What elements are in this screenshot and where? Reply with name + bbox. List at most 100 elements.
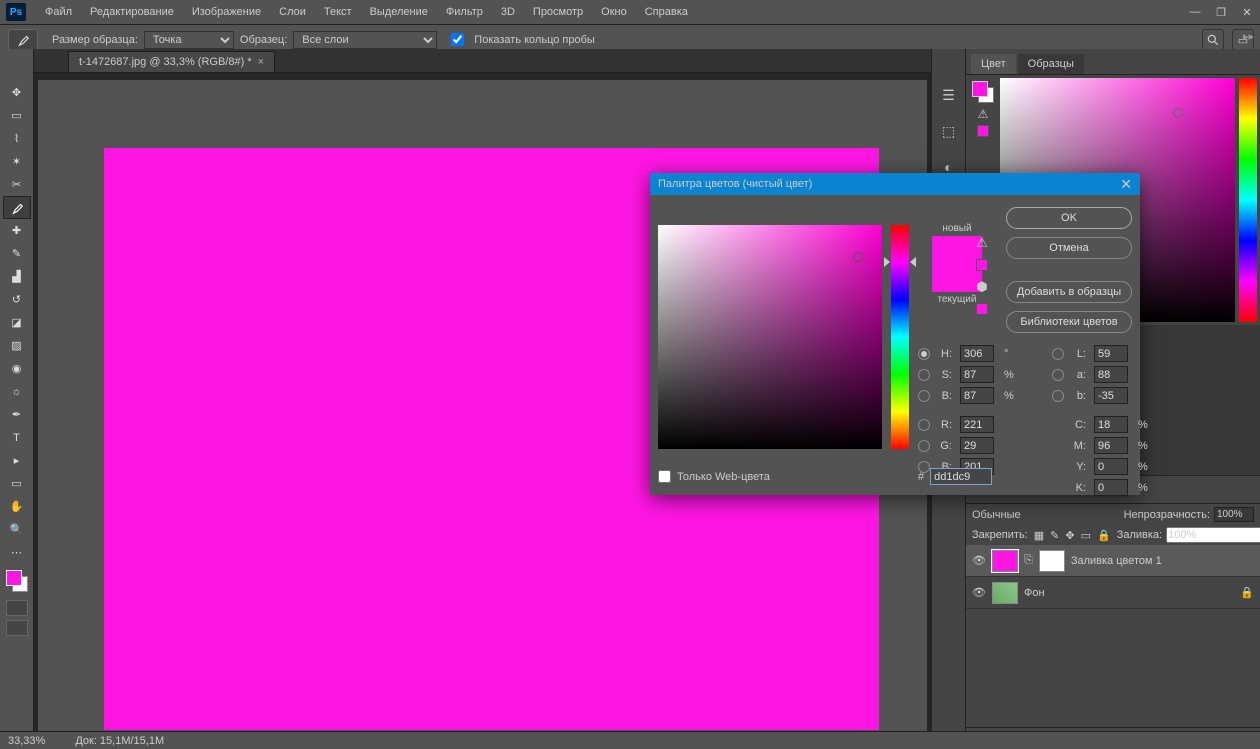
radio-s[interactable] [918, 369, 930, 381]
radio-bv[interactable] [918, 390, 930, 402]
move-tool-icon[interactable]: ✥ [3, 81, 31, 104]
lock-position-icon[interactable]: ✥ [1065, 528, 1074, 542]
picker-hue-slider[interactable] [891, 225, 909, 449]
input-b[interactable] [1094, 387, 1128, 404]
input-g[interactable] [960, 437, 994, 454]
blend-mode-value[interactable]: Обычные [972, 509, 1021, 521]
fill-input[interactable] [1166, 527, 1260, 543]
layer-row[interactable]: 👁 Фон 🔒 [966, 577, 1260, 609]
ok-button[interactable]: OK [1006, 207, 1132, 229]
input-bv[interactable] [960, 387, 994, 404]
lock-pixels-icon[interactable]: ▦ [1034, 528, 1044, 542]
websafe-warning-icon[interactable]: ⬢ [976, 279, 987, 295]
picker-field-cursor[interactable] [853, 252, 863, 262]
radio-a[interactable] [1052, 369, 1064, 381]
menu-layers[interactable]: Слои [270, 2, 315, 22]
menu-file[interactable]: Файл [36, 2, 81, 22]
healing-tool-icon[interactable]: ✚ [3, 219, 31, 242]
quickmask-icon[interactable] [6, 600, 28, 616]
visibility-icon[interactable]: 👁 [972, 586, 986, 599]
lasso-tool-icon[interactable]: ⌇ [3, 127, 31, 150]
sample-size-select[interactable]: Точка [144, 31, 234, 49]
menu-filter[interactable]: Фильтр [437, 2, 492, 22]
tab-swatches[interactable]: Образцы [1018, 54, 1084, 74]
history-brush-tool-icon[interactable]: ↺ [3, 288, 31, 311]
lock-artboard-icon[interactable]: ▭ [1081, 528, 1091, 542]
hand-tool-icon[interactable]: ✋ [3, 495, 31, 518]
sample-select[interactable]: Все слои [293, 31, 437, 49]
lock-all-icon[interactable]: 🔒 [1097, 528, 1111, 542]
menu-view[interactable]: Просмотр [524, 2, 592, 22]
pen-tool-icon[interactable]: ✒ [3, 403, 31, 426]
screenmode-icon[interactable] [6, 620, 28, 636]
path-select-tool-icon[interactable]: ▸ [3, 449, 31, 472]
doc-size[interactable]: Док: 15,1M/15,1M [75, 735, 164, 747]
hue-arrow-left-icon[interactable] [884, 257, 890, 267]
gamut-warning-icon[interactable]: ⚠ [976, 235, 988, 251]
websafe-checkbox[interactable] [658, 470, 671, 483]
collapse-dock-icon[interactable]: ▸▸ [1243, 30, 1254, 43]
visibility-icon[interactable]: 👁 [972, 554, 986, 567]
websafe-closest-swatch[interactable] [976, 303, 988, 315]
color-field-cursor[interactable] [1173, 108, 1183, 118]
menu-image[interactable]: Изображение [183, 2, 270, 22]
add-to-swatches-button[interactable]: Добавить в образцы [1006, 281, 1132, 303]
eyedropper-tool-icon[interactable] [3, 196, 31, 219]
window-minimize-icon[interactable]: — [1182, 0, 1208, 24]
menu-3d[interactable]: 3D [492, 2, 524, 22]
opacity-input[interactable] [1214, 507, 1254, 522]
menu-edit[interactable]: Редактирование [81, 2, 183, 22]
input-r[interactable] [960, 416, 994, 433]
radio-r[interactable] [918, 419, 930, 431]
search-icon[interactable] [1202, 29, 1224, 51]
gamut-warning-icon[interactable]: ⚠ [978, 107, 989, 121]
layer-thumb[interactable] [992, 550, 1018, 572]
window-close-icon[interactable]: ✕ [1234, 0, 1260, 24]
layer-name[interactable]: Фон [1024, 587, 1045, 599]
quick-select-tool-icon[interactable]: ✶ [3, 150, 31, 173]
color-libraries-button[interactable]: Библиотеки цветов [1006, 311, 1132, 333]
radio-l[interactable] [1052, 348, 1064, 360]
brush-tool-icon[interactable]: ✎ [3, 242, 31, 265]
gamut-closest-swatch[interactable] [977, 125, 989, 137]
more-tools-icon[interactable]: ⋯ [3, 541, 31, 564]
fg-bg-swatches[interactable] [6, 570, 28, 592]
zoom-level[interactable]: 33,33% [8, 735, 45, 747]
properties-panel-icon[interactable]: ⬚ [938, 120, 960, 142]
radio-g[interactable] [918, 440, 930, 452]
input-s[interactable] [960, 366, 994, 383]
ring-checkbox[interactable] [451, 33, 464, 46]
history-panel-icon[interactable]: ☰ [938, 84, 960, 106]
menu-help[interactable]: Справка [636, 2, 697, 22]
input-c[interactable] [1094, 416, 1128, 433]
hue-slider[interactable] [1239, 78, 1257, 322]
layer-name[interactable]: Заливка цветом 1 [1071, 555, 1162, 567]
eraser-tool-icon[interactable]: ◪ [3, 311, 31, 334]
gradient-tool-icon[interactable]: ▨ [3, 334, 31, 357]
marquee-tool-icon[interactable]: ▭ [3, 104, 31, 127]
zoom-tool-icon[interactable]: 🔍 [3, 518, 31, 541]
stamp-tool-icon[interactable]: ▟ [3, 265, 31, 288]
dodge-tool-icon[interactable]: ☼ [3, 380, 31, 403]
type-tool-icon[interactable]: T [3, 426, 31, 449]
gamut-closest-swatch[interactable] [976, 259, 988, 271]
panel-fg-bg-swatches[interactable] [972, 81, 994, 103]
input-l[interactable] [1094, 345, 1128, 362]
input-h[interactable] [960, 345, 994, 362]
close-tab-icon[interactable]: × [258, 56, 264, 68]
blur-tool-icon[interactable]: ◉ [3, 357, 31, 380]
menu-type[interactable]: Текст [315, 2, 361, 22]
tab-color[interactable]: Цвет [971, 54, 1016, 74]
foreground-color-swatch[interactable] [6, 570, 22, 586]
input-m[interactable] [1094, 437, 1128, 454]
eyedropper-tool-icon[interactable] [8, 29, 38, 51]
new-current-swatch[interactable] [932, 236, 982, 292]
document-tab[interactable]: t-1472687.jpg @ 33,3% (RGB/8#) * × [68, 51, 275, 72]
dialog-close-icon[interactable]: ✕ [1120, 176, 1132, 193]
crop-tool-icon[interactable]: ✂ [3, 173, 31, 196]
input-y[interactable] [1094, 458, 1128, 475]
layer-thumb[interactable] [992, 582, 1018, 604]
input-a[interactable] [1094, 366, 1128, 383]
rectangle-tool-icon[interactable]: ▭ [3, 472, 31, 495]
layer-mask-thumb[interactable] [1039, 550, 1065, 572]
